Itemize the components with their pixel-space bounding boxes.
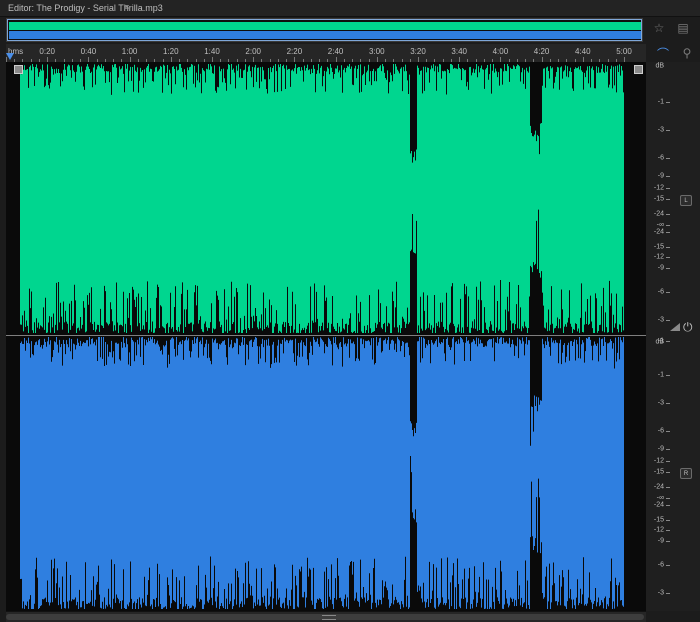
db-label-left: -15	[653, 195, 664, 203]
overview-selection[interactable]	[7, 19, 642, 41]
db-label-right: -9	[657, 537, 664, 545]
db-label-right: -1	[657, 371, 664, 379]
db-label-right: -24	[653, 501, 664, 509]
db-scale: dB -1 -3 -6 -9 -12 -15 -24 -∞ -24 -15 -12 -9 -6 -3 -1 dB…	[646, 62, 670, 611]
ruler-tick-label: 3:40	[451, 47, 467, 56]
pin-icon[interactable]: ☆	[650, 18, 668, 38]
db-label-right: -3	[657, 589, 664, 597]
ruler-side-icons: ⌒ ⚲	[654, 46, 696, 61]
editor-tab-title[interactable]: Editor: The Prodigy - Serial Thrilla.mp3	[8, 3, 163, 13]
db-label-right: -15	[653, 468, 664, 476]
left-channel-toggle[interactable]: L	[680, 195, 692, 206]
ruler-tick-label: 1:40	[204, 47, 220, 56]
right-channel-waveform	[6, 335, 646, 611]
power-icon[interactable]: ⏻	[683, 320, 693, 335]
ruler-tick-label: 3:00	[369, 47, 385, 56]
left-channel-waveform	[6, 62, 646, 335]
horizontal-scrollbar[interactable]	[6, 611, 646, 622]
db-label-left: -∞	[656, 221, 664, 229]
headphone-icon[interactable]: ⌒	[654, 46, 672, 61]
zoom-in-corner-button[interactable]	[14, 65, 23, 74]
db-label-left: -6	[657, 154, 664, 162]
db-label-right: -15	[653, 516, 664, 524]
ruler-tick-label: 0:40	[80, 47, 97, 56]
volume-widget[interactable]: ⏻	[670, 318, 698, 336]
ruler-tick-label: 4:40	[575, 47, 591, 56]
db-unit-label: dB	[655, 338, 664, 346]
db-label-right: -∞	[656, 494, 664, 502]
top-right-toolbar: ☆ ▤	[650, 18, 696, 44]
db-label-right: -3	[657, 399, 664, 407]
db-label-left: -12	[653, 184, 664, 192]
db-label-left: -9	[657, 172, 664, 180]
db-label-right: -12	[653, 457, 664, 465]
marker-icon[interactable]: ⚲	[678, 46, 696, 60]
db-unit-label: dB	[655, 62, 664, 70]
waveform-display[interactable]	[6, 62, 646, 611]
time-ruler[interactable]: hms 0:20 0:40 1:00 1:20 1:40 2:00 2:20 2:40 3:00…	[6, 44, 646, 63]
db-label-right: -6	[657, 427, 664, 435]
ruler-tick-label: 3:20	[410, 47, 426, 56]
ruler-tick-label: 2:00	[245, 47, 261, 56]
db-label-left: -24	[653, 228, 664, 236]
db-label-left: -12	[653, 253, 664, 261]
ruler-tick-label: 2:40	[327, 47, 344, 56]
scroll-grip[interactable]	[322, 615, 336, 620]
ruler-tick-label: 2:20	[286, 47, 303, 56]
db-label-left: -9	[657, 264, 664, 272]
ruler-tick-label: 1:20	[163, 47, 179, 56]
ruler-tick-label: 4:00	[492, 47, 509, 56]
db-label-right: -6	[657, 561, 664, 569]
panel-menu-icon[interactable]: ≡	[124, 2, 129, 12]
playhead-marker[interactable]	[6, 53, 14, 60]
ruler-tick-label: 1:00	[121, 47, 138, 56]
ruler-tick-label: 0:20	[39, 47, 55, 56]
channel-divider	[6, 335, 646, 336]
db-label-right: -9	[657, 445, 664, 453]
channel-side-strip: L R	[670, 62, 700, 611]
db-label-left: -1	[657, 98, 664, 106]
right-channel-toggle[interactable]: R	[680, 468, 692, 479]
db-label-left: -24	[653, 210, 664, 218]
ruler-tick-label: 4:20	[533, 47, 550, 56]
db-label-right: -24	[653, 483, 664, 491]
db-label-left: -3	[657, 126, 664, 134]
ruler-tick-label: 5:00	[616, 47, 632, 56]
db-label-right: -12	[653, 526, 664, 534]
db-label-left: -15	[653, 243, 664, 251]
overview-navigator[interactable]	[6, 18, 643, 42]
db-label-left: -6	[657, 288, 664, 296]
panel-icon[interactable]: ▤	[674, 18, 692, 38]
stereo-waveform	[6, 62, 646, 611]
volume-icon[interactable]	[670, 323, 680, 331]
db-label-left: -3	[657, 316, 664, 324]
zoom-out-corner-button[interactable]	[634, 65, 643, 74]
